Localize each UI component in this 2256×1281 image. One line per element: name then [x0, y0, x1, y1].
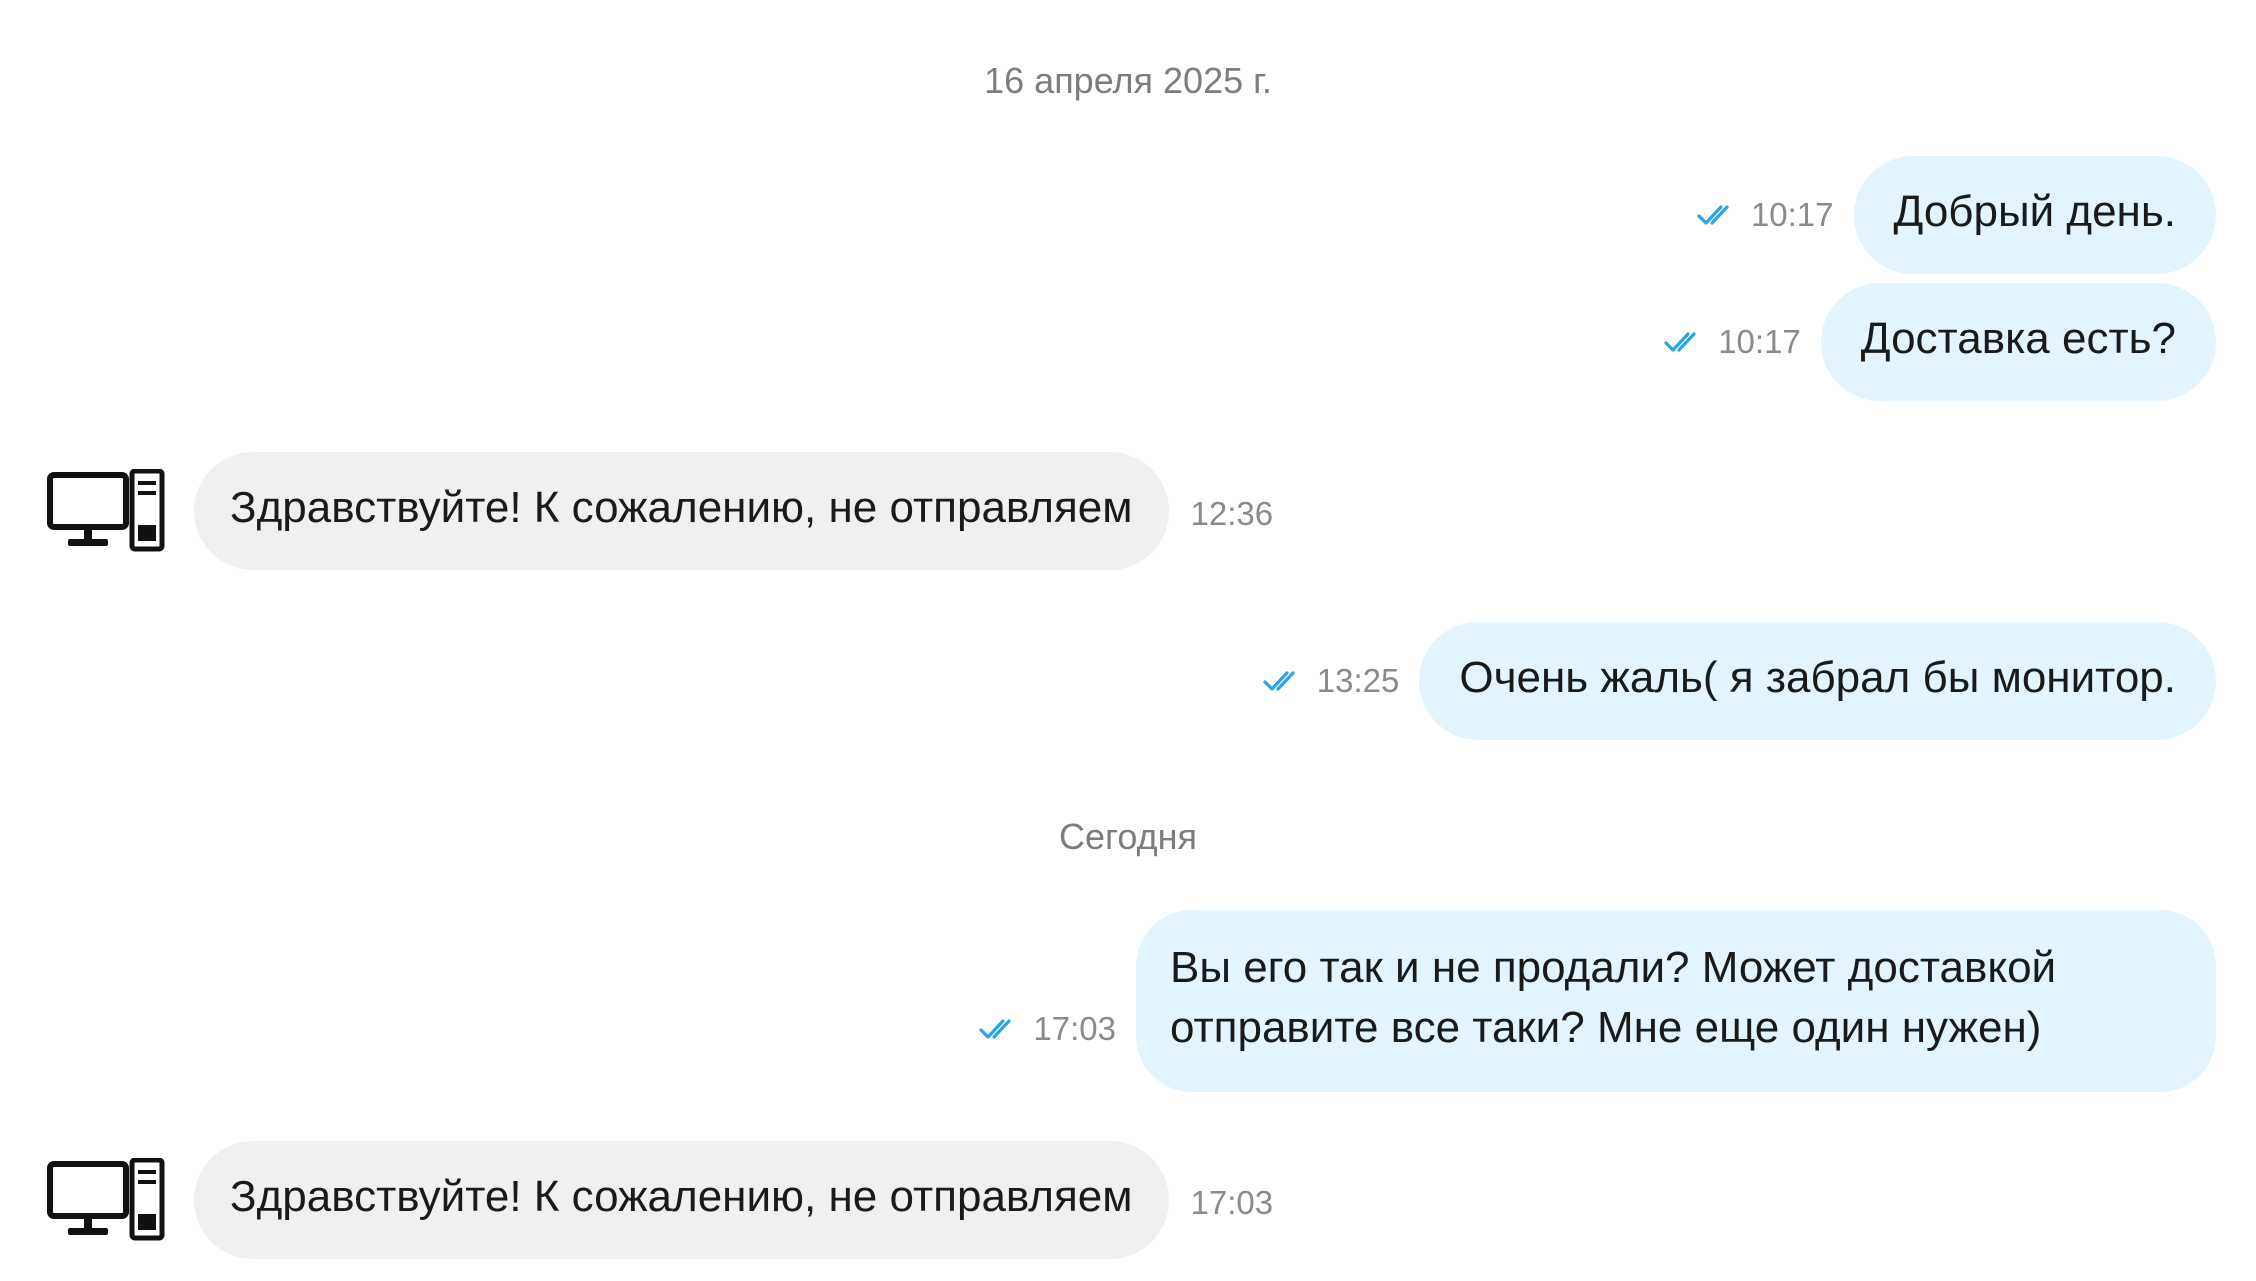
message-meta: 10:17 — [1664, 323, 1801, 361]
message-time: 10:17 — [1750, 196, 1834, 233]
message-row-outgoing: 13:25 Очень жаль( я забрал бы монитор. — [1263, 622, 2216, 740]
double-check-icon — [1664, 329, 1708, 355]
message-time: 12:36 — [1190, 495, 1274, 532]
message-time: 17:03 — [1190, 1184, 1274, 1221]
message-bubble-outgoing[interactable]: Доставка есть? — [1820, 283, 2216, 401]
date-separator: Сегодня — [1059, 816, 1197, 857]
message-time: 10:17 — [1718, 323, 1801, 360]
date-separator: 16 апреля 2025 г. — [984, 60, 1272, 101]
chat-thread: 16 апреля 2025 г. 10:17 Добрый день. 10:… — [0, 0, 2256, 1281]
message-meta: 13:25 — [1263, 662, 1400, 700]
message-bubble-outgoing[interactable]: Вы его так и не продали? Может доставкой… — [1136, 910, 2216, 1092]
message-bubble-outgoing[interactable]: Добрый день. — [1853, 156, 2216, 274]
message-row-incoming: Здравствуйте! К сожалению, не отправляем… — [46, 1141, 1273, 1259]
computer-icon — [46, 1158, 166, 1242]
message-bubble-outgoing[interactable]: Очень жаль( я забрал бы монитор. — [1419, 622, 2216, 740]
double-check-icon — [1697, 202, 1741, 228]
message-meta: 10:17 — [1697, 196, 1834, 234]
message-time: 17:03 — [1033, 1010, 1116, 1047]
message-row-incoming: Здравствуйте! К сожалению, не отправляем… — [46, 452, 1273, 570]
message-meta: 17:03 — [979, 1010, 1116, 1048]
double-check-icon — [979, 1016, 1023, 1042]
message-bubble-incoming[interactable]: Здравствуйте! К сожалению, не отправляем — [194, 1141, 1169, 1259]
message-row-outgoing: 10:17 Добрый день. — [1697, 156, 2216, 274]
message-time: 13:25 — [1316, 662, 1400, 699]
message-row-outgoing: 10:17 Доставка есть? — [1664, 283, 2216, 401]
double-check-icon — [1263, 668, 1307, 694]
message-bubble-incoming[interactable]: Здравствуйте! К сожалению, не отправляем — [194, 452, 1169, 570]
computer-icon — [46, 469, 166, 553]
message-row-outgoing: 17:03 Вы его так и не продали? Может дос… — [979, 910, 2216, 1092]
